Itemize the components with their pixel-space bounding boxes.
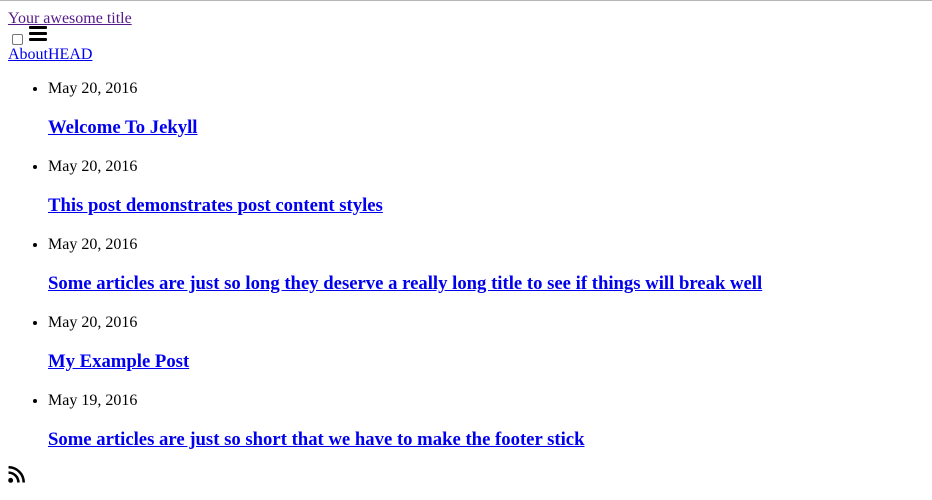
post-list: May 20, 2016 Welcome To Jekyll May 20, 2… <box>0 80 932 450</box>
post-date: May 20, 2016 <box>48 158 138 175</box>
post-list-item: May 20, 2016 Welcome To Jekyll <box>48 80 932 138</box>
post-title: Some articles are just so short that we … <box>48 430 932 450</box>
post-link[interactable]: Some articles are just so short that we … <box>48 429 584 450</box>
post-list-item: May 20, 2016 My Example Post <box>48 314 932 372</box>
nav-toggle-checkbox[interactable] <box>12 34 23 45</box>
post-date: May 20, 2016 <box>48 314 138 331</box>
post-link[interactable]: This post demonstrates post content styl… <box>48 195 383 216</box>
hamburger-icon[interactable] <box>29 26 47 42</box>
site-title-link[interactable]: Your awesome title <box>8 10 132 28</box>
post-link[interactable]: Welcome To Jekyll <box>48 117 198 138</box>
rss-icon[interactable] <box>8 466 25 483</box>
nav-toggle-row <box>8 26 924 48</box>
post-link[interactable]: Some articles are just so long they dese… <box>48 273 762 294</box>
post-date: May 20, 2016 <box>48 236 138 253</box>
post-date: May 20, 2016 <box>48 80 138 97</box>
post-list-item: May 20, 2016 This post demonstrates post… <box>48 158 932 216</box>
post-title: My Example Post <box>48 352 932 372</box>
site-header: Your awesome title AboutHEAD <box>0 1 932 64</box>
site-nav: AboutHEAD <box>8 46 924 64</box>
main-content: May 20, 2016 Welcome To Jekyll May 20, 2… <box>0 80 932 450</box>
post-list-item: May 19, 2016 Some articles are just so s… <box>48 392 932 450</box>
post-title: This post demonstrates post content styl… <box>48 196 932 216</box>
post-list-item: May 20, 2016 Some articles are just so l… <box>48 236 932 294</box>
nav-link-about[interactable]: About <box>8 46 48 63</box>
nav-link-head[interactable]: HEAD <box>48 46 92 63</box>
post-link[interactable]: My Example Post <box>48 351 189 372</box>
rss-icon-graphic <box>8 466 25 483</box>
post-title: Welcome To Jekyll <box>48 118 932 138</box>
post-title: Some articles are just so long they dese… <box>48 274 932 294</box>
post-date: May 19, 2016 <box>48 392 138 409</box>
